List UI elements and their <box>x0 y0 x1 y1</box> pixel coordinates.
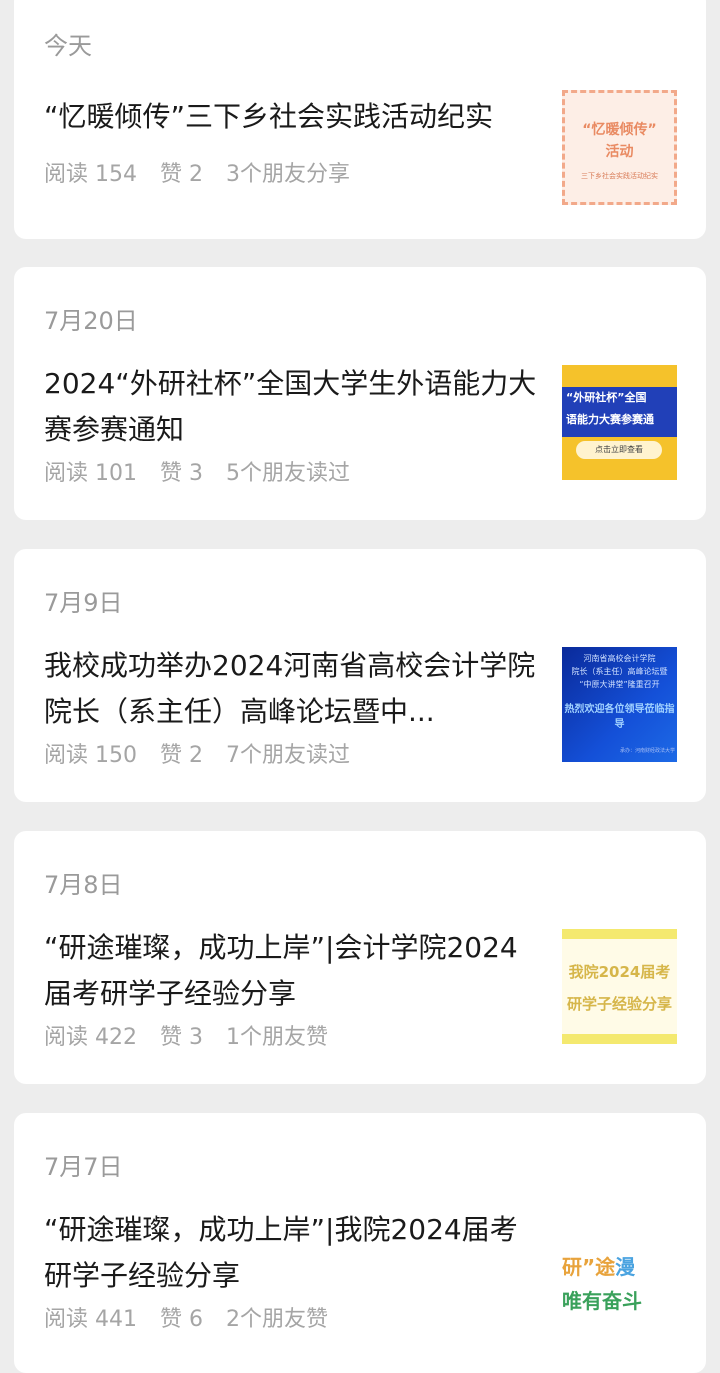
like-count: 赞 6 <box>160 1307 203 1332</box>
article-title[interactable]: “研途璀璨，成功上岸”|会计学院2024届考研学子经验分享 <box>44 925 544 1017</box>
thumb-text: 我院2024届考 <box>568 963 671 981</box>
thumb-text: 热烈欢迎各位领导莅临指导 <box>564 704 675 730</box>
friends-social: 5个朋友读过 <box>226 461 350 486</box>
thumb-banner: “外研社杯”全国 语能力大赛参赛通 <box>562 387 677 437</box>
thumb-text: 院长（系主任）高峰论坛暨 <box>571 667 668 676</box>
article-title[interactable]: “研途璀璨，成功上岸”|我院2024届考研学子经验分享 <box>44 1207 544 1299</box>
friends-social: 3个朋友分享 <box>226 162 350 187</box>
article-thumbnail[interactable]: “忆暖倾传” 活动 三下乡社会实践活动纪实 <box>562 90 677 205</box>
article-thumbnail[interactable]: 河南省高校会计学院 院长（系主任）高峰论坛暨 “中原大讲堂”隆重召开 热烈欢迎各… <box>562 647 677 762</box>
article-date: 7月7日 <box>44 1153 123 1181</box>
thumb-text: 研学子经验分享 <box>566 995 672 1013</box>
article-thumbnail[interactable]: 研”途漫 唯有奋斗 <box>562 1211 677 1326</box>
thumb-button-label: 点击立即查看 <box>576 441 662 459</box>
friends-social: 7个朋友读过 <box>226 743 350 768</box>
read-count: 阅读 154 <box>44 162 137 187</box>
read-count: 阅读 422 <box>44 1025 137 1050</box>
read-count: 阅读 101 <box>44 461 137 486</box>
article-title[interactable]: 我校成功举办2024河南省高校会计学院院长（系主任）高峰论坛暨中... <box>44 643 544 735</box>
thumb-text: 唯有奋斗 <box>562 1289 642 1313</box>
article-card[interactable]: 7月7日 “研途璀璨，成功上岸”|我院2024届考研学子经验分享 阅读 441 … <box>14 1113 706 1373</box>
article-meta: 阅读 422 赞 3 1个朋友赞 <box>44 1019 344 1051</box>
article-title[interactable]: 2024“外研社杯”全国大学生外语能力大赛参赛通知 <box>44 361 544 453</box>
like-count: 赞 3 <box>160 461 203 486</box>
article-title[interactable]: “忆暖倾传”三下乡社会实践活动纪实 <box>44 94 544 140</box>
thumb-text: 活动 <box>605 144 634 160</box>
article-date: 7月8日 <box>44 871 123 899</box>
article-thumbnail[interactable]: “外研社杯”全国 语能力大赛参赛通 点击立即查看 <box>562 365 677 480</box>
thumb-text: 河南省高校会计学院 <box>583 654 656 663</box>
like-count: 赞 2 <box>160 162 203 187</box>
thumb-text: 三下乡社会实践活动纪实 <box>581 172 658 180</box>
thumb-text: “中原大讲堂”隆重召开 <box>579 680 660 689</box>
article-card[interactable]: 7月9日 我校成功举办2024河南省高校会计学院院长（系主任）高峰论坛暨中...… <box>14 549 706 802</box>
thumb-text-part: 漫 <box>615 1255 636 1279</box>
read-count: 阅读 441 <box>44 1307 137 1332</box>
article-date: 今天 <box>44 32 92 60</box>
like-count: 赞 2 <box>160 743 203 768</box>
article-date: 7月9日 <box>44 589 123 617</box>
read-count: 阅读 150 <box>44 743 137 768</box>
article-meta: 阅读 441 赞 6 2个朋友赞 <box>44 1301 344 1333</box>
friends-social: 1个朋友赞 <box>226 1025 328 1050</box>
article-card[interactable]: 7月20日 2024“外研社杯”全国大学生外语能力大赛参赛通知 阅读 101 赞… <box>14 267 706 520</box>
article-meta: 阅读 101 赞 3 5个朋友读过 <box>44 455 366 487</box>
article-meta: 阅读 150 赞 2 7个朋友读过 <box>44 737 366 769</box>
article-card[interactable]: 今天 “忆暖倾传”三下乡社会实践活动纪实 阅读 154 赞 2 3个朋友分享 “… <box>14 0 706 239</box>
thumb-text: “忆暖倾传” <box>582 122 657 138</box>
thumb-text-part: 研”途 <box>562 1255 616 1279</box>
article-date: 7月20日 <box>44 307 138 335</box>
thumb-text: 语能力大赛参赛通 <box>566 413 654 426</box>
thumb-text: 研”途漫 <box>562 1251 635 1280</box>
thumb-text: “外研社杯”全国 <box>566 391 647 404</box>
thumb-stripe <box>562 1034 677 1044</box>
friends-social: 2个朋友赞 <box>226 1307 328 1332</box>
article-thumbnail[interactable]: 我院2024届考 研学子经验分享 <box>562 929 677 1044</box>
like-count: 赞 3 <box>160 1025 203 1050</box>
article-meta: 阅读 154 赞 2 3个朋友分享 <box>44 156 366 188</box>
thumb-text: 承办：河南财经政法大学 <box>620 748 676 754</box>
thumb-stripe <box>562 929 677 939</box>
article-card[interactable]: 7月8日 “研途璀璨，成功上岸”|会计学院2024届考研学子经验分享 阅读 42… <box>14 831 706 1084</box>
